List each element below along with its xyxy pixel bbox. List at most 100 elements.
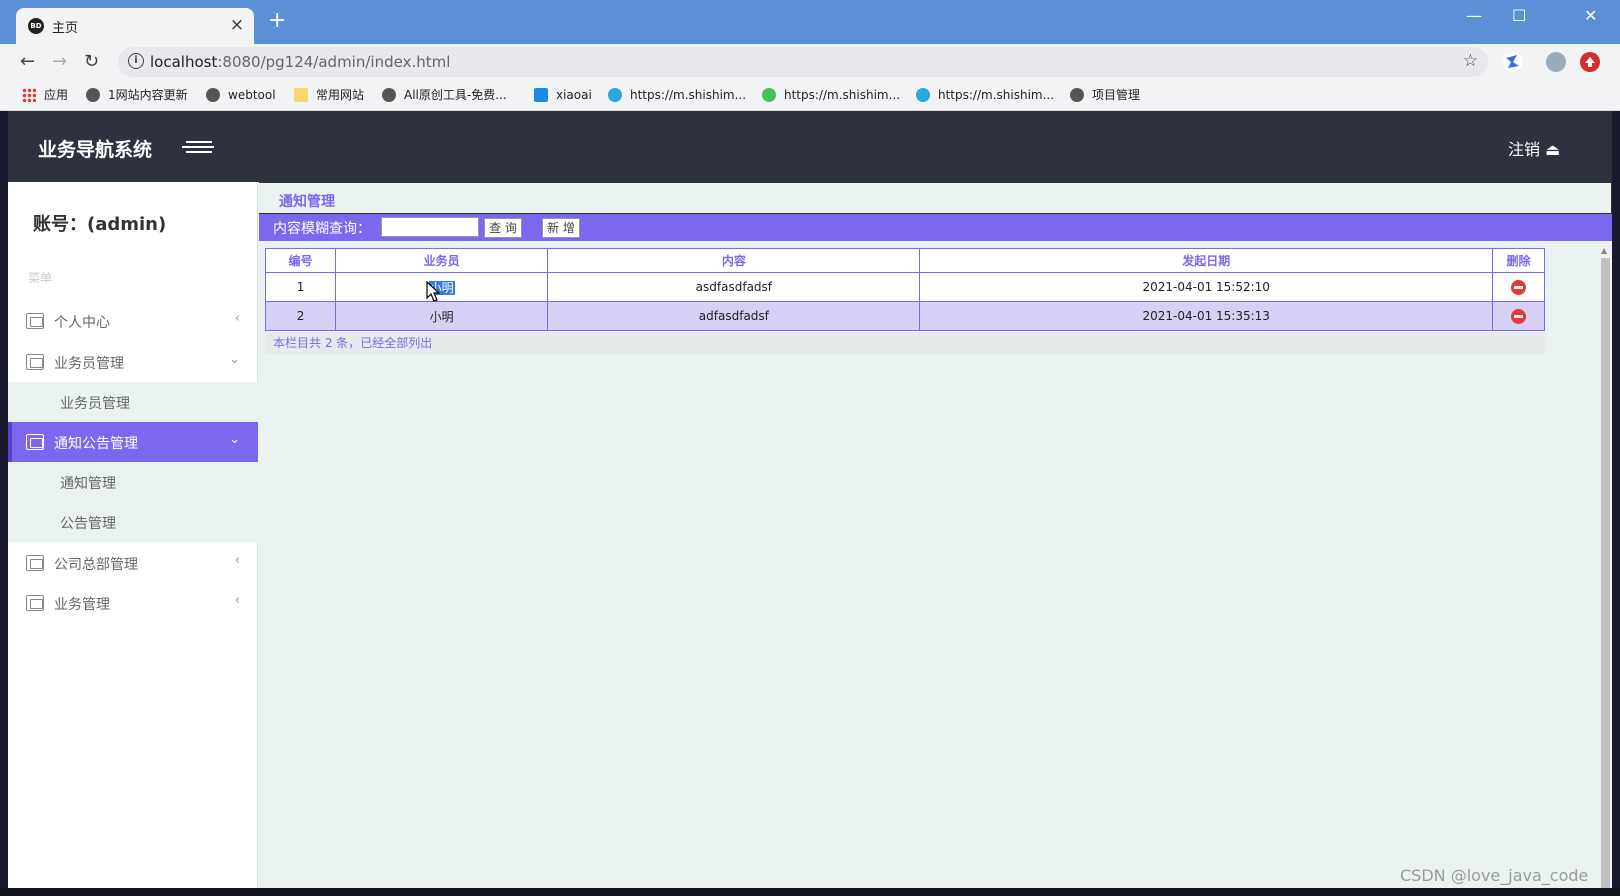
column-header: 编号 xyxy=(264,248,337,273)
bookmark-star-icon[interactable]: ☆ xyxy=(1463,51,1478,71)
globe-icon xyxy=(86,88,100,102)
page-title: 通知管理 xyxy=(279,194,335,210)
cell-delete xyxy=(1491,272,1546,302)
scroll-up-icon[interactable]: ▲ xyxy=(1601,246,1607,255)
sidebar-item-label: 个人中心 xyxy=(54,315,110,331)
delete-icon[interactable] xyxy=(1510,279,1526,295)
globe-icon xyxy=(382,88,396,102)
scroll-thumb[interactable] xyxy=(1601,258,1610,888)
chevron-left-icon: ‹ xyxy=(234,593,240,608)
sidebar: 账号：(admin) 菜单 个人中心 ‹ 业务员管理 ⌄ 业务员管理 通知公告管… xyxy=(8,182,258,888)
extension-icon[interactable] xyxy=(1503,52,1523,72)
main-content: 通知管理 内容模糊查询： 查 询 新 增 编号 业务员 内容 发起日期 删除 1 xyxy=(259,182,1612,888)
record-count-note: 本栏目共 2 条，已经全部列出 xyxy=(265,332,1545,354)
add-button[interactable]: 新 增 xyxy=(542,218,580,238)
close-window-button[interactable]: ✕ xyxy=(1584,6,1597,25)
cell-delete xyxy=(1491,301,1546,331)
bookmark-apps[interactable]: 应用 xyxy=(22,85,68,105)
folder-icon xyxy=(294,88,308,102)
search-label: 内容模糊查询： xyxy=(273,221,371,237)
sidebar-subitem-notice[interactable]: 通知管理 xyxy=(60,473,116,493)
sidebar-item-label: 公司总部管理 xyxy=(54,557,138,573)
sidebar-item-salesman-management[interactable]: 业务员管理 ⌄ xyxy=(8,342,258,382)
sidebar-item-notice-management[interactable]: 通知公告管理 ⌄ xyxy=(8,422,258,462)
sidebar-item-label: 业务员管理 xyxy=(54,356,124,372)
column-header: 内容 xyxy=(547,248,921,273)
tab-favicon-icon: BD xyxy=(28,18,44,34)
sidebar-subitem-announcement[interactable]: 公告管理 xyxy=(60,513,116,533)
browser-tab[interactable]: BD 主页 × xyxy=(16,8,254,44)
cell-salesman: 小明 xyxy=(335,272,549,302)
update-icon[interactable] xyxy=(1580,52,1600,72)
p-logo-icon xyxy=(534,88,548,102)
sidebar-item-personal-center[interactable]: 个人中心 ‹ xyxy=(8,301,258,341)
reload-icon[interactable]: ↻ xyxy=(84,51,99,72)
search-input[interactable] xyxy=(381,217,479,237)
chevron-down-icon: ⌄ xyxy=(229,432,240,447)
bookmark-item[interactable]: 项目管理 xyxy=(1070,85,1140,105)
search-bar: 内容模糊查询： 查 询 新 增 xyxy=(259,214,1612,241)
profile-avatar[interactable] xyxy=(1546,52,1566,72)
site-info-icon[interactable]: i xyxy=(128,53,144,69)
chevron-left-icon: ‹ xyxy=(234,553,240,568)
new-tab-button[interactable]: + xyxy=(268,10,286,32)
submenu-notice: 通知管理 公告管理 xyxy=(8,462,258,542)
table-header-row: 编号 业务员 内容 发起日期 删除 xyxy=(264,248,1546,273)
mouse-pointer-icon xyxy=(426,281,440,302)
bookmarks-bar: 应用 1网站内容更新 webtool 常用网站 All原创工具-免费... xi… xyxy=(0,80,1620,111)
sidebar-item-label: 通知公告管理 xyxy=(54,436,138,452)
os-taskbar xyxy=(0,888,1620,896)
sidebar-item-business[interactable]: 业务管理 ‹ xyxy=(8,583,258,623)
menu-caption: 菜单 xyxy=(28,271,53,285)
bookmark-item[interactable]: https://m.shishim... xyxy=(762,85,900,105)
brand-title: 业务导航系统 xyxy=(38,139,153,161)
query-button[interactable]: 查 询 xyxy=(484,218,522,238)
window-icon xyxy=(26,313,44,329)
forward-arrow-icon[interactable]: → xyxy=(52,51,67,72)
panel-title-bar: 通知管理 xyxy=(259,182,1612,214)
app-header: 业务导航系统 注销 ⏏ xyxy=(8,111,1612,182)
back-arrow-icon[interactable]: ← xyxy=(20,51,35,72)
globe-icon xyxy=(206,88,220,102)
cell-date: 2021-04-01 15:52:10 xyxy=(919,272,1493,302)
delete-icon[interactable] xyxy=(1510,308,1526,324)
sidebar-item-headquarters[interactable]: 公司总部管理 ‹ xyxy=(8,543,258,583)
maximize-button[interactable]: ☐ xyxy=(1512,6,1526,25)
window-icon xyxy=(26,555,44,571)
sidebar-subitem-salesman[interactable]: 业务员管理 xyxy=(60,393,130,413)
watermark: CSDN @love_java_code xyxy=(1400,866,1589,885)
column-header: 发起日期 xyxy=(919,248,1493,273)
chevron-down-icon: ⌄ xyxy=(229,352,240,367)
apps-grid-icon xyxy=(22,88,36,102)
address-bar: ← → ↻ i localhost:8080/pg124/admin/index… xyxy=(0,44,1620,80)
tab-close-icon[interactable]: × xyxy=(230,15,244,35)
cell-salesman: 小明 xyxy=(335,301,549,331)
url-field[interactable]: i localhost:8080/pg124/admin/index.html … xyxy=(118,47,1488,77)
bookmark-item[interactable]: xiaoai xyxy=(534,85,592,105)
bookmark-item[interactable]: webtool xyxy=(206,85,276,105)
account-label: 账号：(admin) xyxy=(33,214,167,235)
tab-title: 主页 xyxy=(52,21,79,36)
site-icon xyxy=(608,88,622,102)
chevron-left-icon: ‹ xyxy=(234,311,240,326)
scrollbar[interactable]: ▲ xyxy=(1599,244,1612,888)
cell-id: 2 xyxy=(264,301,337,331)
minimize-button[interactable]: — xyxy=(1466,6,1482,25)
cell-date: 2021-04-01 15:35:13 xyxy=(919,301,1493,331)
logout-button[interactable]: 注销 ⏏ xyxy=(1508,136,1560,160)
bookmark-folder[interactable]: 常用网站 xyxy=(294,85,364,105)
notice-table: 编号 业务员 内容 发起日期 删除 1 小明 asdfasdfadsf 2021… xyxy=(264,248,1546,331)
window-icon xyxy=(26,434,44,450)
bookmark-item[interactable]: All原创工具-免费... xyxy=(382,85,507,105)
cell-id: 1 xyxy=(264,272,337,302)
cell-content: asdfasdfadsf xyxy=(547,272,921,302)
globe-icon xyxy=(1070,88,1084,102)
bookmark-item[interactable]: 1网站内容更新 xyxy=(86,85,188,105)
table-row: 1 小明 asdfasdfadsf 2021-04-01 15:52:10 xyxy=(264,272,1546,302)
url-text: localhost:8080/pg124/admin/index.html xyxy=(150,53,451,71)
sidebar-item-label: 业务管理 xyxy=(54,597,110,613)
bookmark-item[interactable]: https://m.shishim... xyxy=(608,85,746,105)
menu-toggle-icon[interactable] xyxy=(178,138,214,156)
submenu-salesman: 业务员管理 xyxy=(8,382,258,422)
bookmark-item[interactable]: https://m.shishim... xyxy=(916,85,1054,105)
